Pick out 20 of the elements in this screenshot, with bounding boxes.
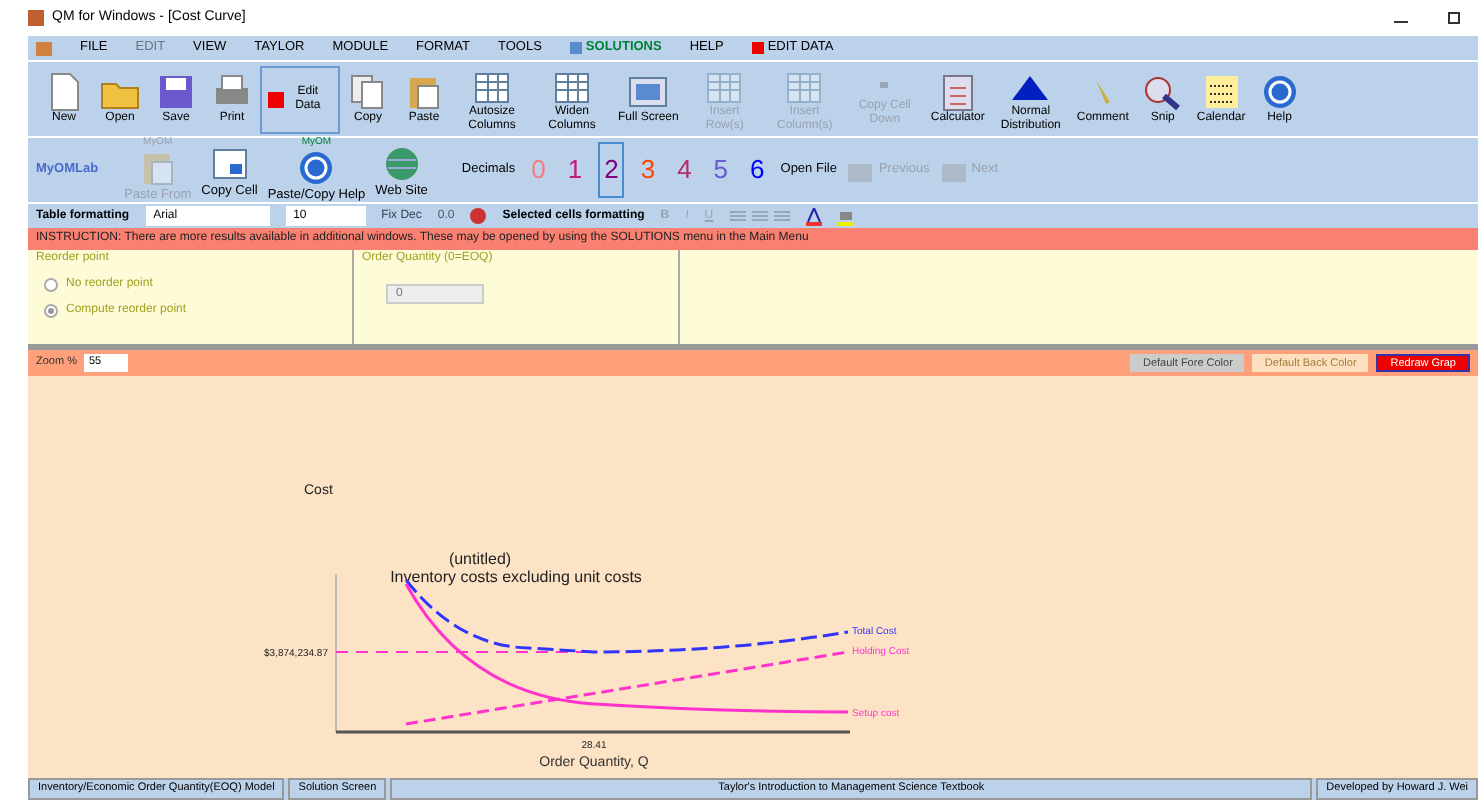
chart-title: (untitled) [448,550,512,568]
snip-icon [1140,72,1185,112]
window-icon [569,42,582,54]
screen-icon [626,72,671,112]
save-icon [154,72,198,112]
edit-data-icon [751,42,764,54]
copy-down-icon [880,82,889,88]
font-color-icon[interactable] [805,207,822,225]
decimals-option[interactable]: 2 [598,142,625,198]
pencil-icon [1095,80,1110,104]
app-icon [28,10,44,26]
copycell-icon [207,143,252,183]
restore-icon[interactable] [1448,10,1462,26]
edit-data-icon [268,91,284,107]
app-menu-icon[interactable] [36,41,52,55]
decimals-option[interactable]: 6 [744,148,771,192]
chart-subtitle: Inventory costs excluding unit costs [390,568,642,586]
decimals-option[interactable]: 4 [671,148,698,192]
decimals-option[interactable]: 1 [561,148,589,192]
fill-color-icon[interactable] [837,207,854,225]
